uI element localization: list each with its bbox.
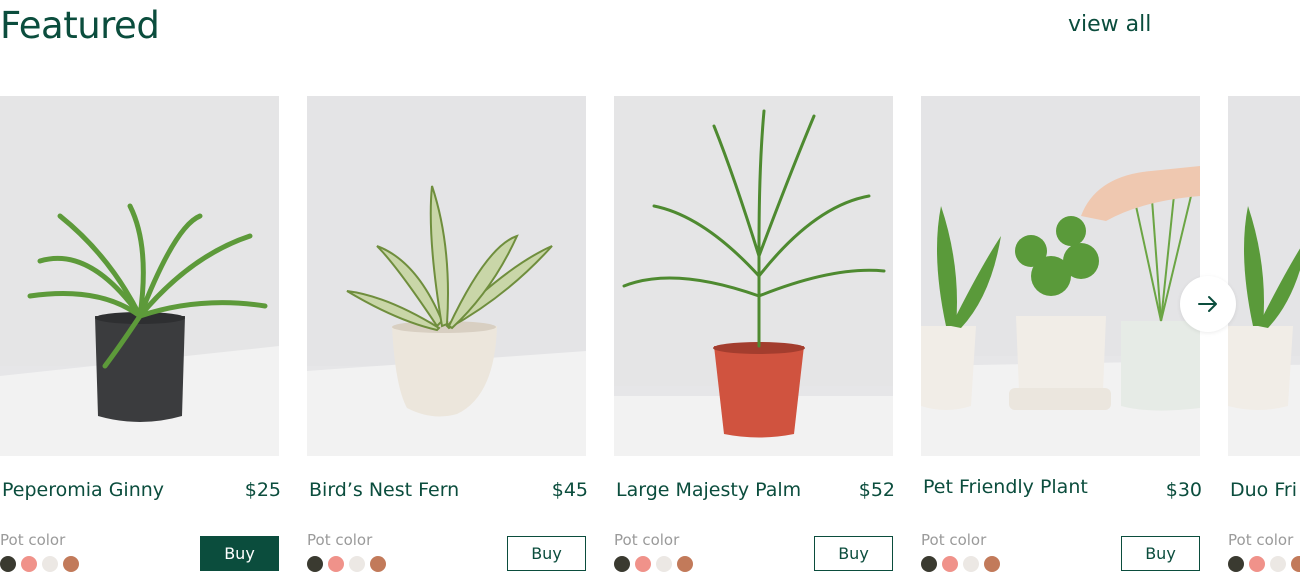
swatch-cream[interactable] — [1270, 556, 1286, 572]
product-price: $25 — [244, 479, 281, 501]
view-all-link[interactable]: view all — [1068, 12, 1151, 37]
buy-button[interactable]: Buy — [507, 536, 586, 571]
product-card[interactable]: Pet Friendly Plant $30 Pot color Buy — [921, 96, 1202, 573]
product-price: $52 — [858, 479, 895, 501]
buy-button[interactable]: Buy — [200, 536, 279, 571]
swatch-dark[interactable] — [921, 556, 937, 572]
product-image[interactable] — [0, 96, 279, 456]
pot-color-swatches — [921, 556, 1000, 572]
product-name[interactable]: Bird’s Nest Fern — [309, 479, 459, 501]
swatch-cream[interactable] — [349, 556, 365, 572]
swatch-terracotta[interactable] — [370, 556, 386, 572]
pot-color-swatches — [1228, 556, 1300, 572]
product-image[interactable] — [1228, 96, 1300, 456]
pot-color-swatches — [307, 556, 386, 572]
swatch-dark[interactable] — [1228, 556, 1244, 572]
product-card[interactable]: Large Majesty Palm $52 Pot color Buy — [614, 96, 895, 573]
swatch-pink[interactable] — [635, 556, 651, 572]
swatch-pink[interactable] — [1249, 556, 1265, 572]
swatch-cream[interactable] — [963, 556, 979, 572]
pot-color-swatches — [0, 556, 79, 572]
pot-color-label: Pot color — [0, 531, 66, 549]
swatch-cream[interactable] — [656, 556, 672, 572]
pot-color-label: Pot color — [614, 531, 680, 549]
swatch-pink[interactable] — [942, 556, 958, 572]
product-image[interactable] — [921, 96, 1200, 456]
swatch-pink[interactable] — [328, 556, 344, 572]
swatch-dark[interactable] — [307, 556, 323, 572]
swatch-dark[interactable] — [614, 556, 630, 572]
swatch-cream[interactable] — [42, 556, 58, 572]
arrow-right-icon — [1198, 296, 1217, 312]
swatch-dark[interactable] — [0, 556, 16, 572]
swatch-terracotta[interactable] — [1291, 556, 1300, 572]
product-card[interactable]: Bird’s Nest Fern $45 Pot color Buy — [307, 96, 588, 573]
product-name[interactable]: Large Majesty Palm — [616, 479, 801, 501]
product-card[interactable]: Duo Fri Pot color — [1228, 96, 1300, 573]
product-card[interactable]: Peperomia Ginny $25 Pot color Buy — [0, 96, 281, 573]
swatch-pink[interactable] — [21, 556, 37, 572]
pot-color-swatches — [614, 556, 693, 572]
swatch-terracotta[interactable] — [984, 556, 1000, 572]
pot-color-label: Pot color — [1228, 531, 1294, 549]
carousel-next-button[interactable] — [1180, 276, 1236, 332]
product-price: $30 — [1165, 479, 1202, 501]
buy-button[interactable]: Buy — [1121, 536, 1200, 571]
product-image[interactable] — [307, 96, 586, 456]
section-title: Featured — [0, 4, 160, 47]
buy-button[interactable]: Buy — [814, 536, 893, 571]
pot-color-label: Pot color — [307, 531, 373, 549]
product-price: $45 — [551, 479, 588, 501]
product-name[interactable]: Pet Friendly Plant — [923, 476, 1088, 498]
product-name[interactable]: Duo Fri — [1230, 479, 1297, 501]
swatch-terracotta[interactable] — [677, 556, 693, 572]
pot-color-label: Pot color — [921, 531, 987, 549]
product-name[interactable]: Peperomia Ginny — [2, 479, 164, 501]
product-image[interactable] — [614, 96, 893, 456]
swatch-terracotta[interactable] — [63, 556, 79, 572]
